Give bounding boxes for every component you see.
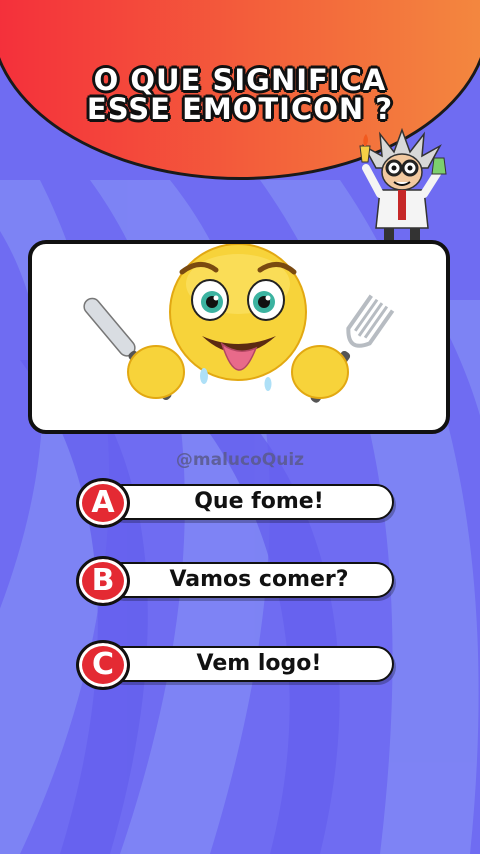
option-c-label: Vem logo! bbox=[196, 651, 322, 676]
option-b-badge: B bbox=[76, 556, 130, 606]
option-a-badge: A bbox=[76, 478, 130, 528]
watermark: @malucoQuiz bbox=[175, 450, 305, 470]
option-a-label: Que fome! bbox=[194, 489, 324, 514]
option-b-button[interactable]: Vamos comer? B bbox=[76, 556, 396, 606]
question-title: O QUE SIGNIFICA ESSE EMOTICON ? bbox=[0, 66, 480, 124]
hungry-face-with-fork-and-knife-icon bbox=[83, 244, 395, 403]
question-line-1: O QUE SIGNIFICA bbox=[93, 63, 387, 97]
option-a-button[interactable]: Que fome! A bbox=[76, 478, 396, 528]
option-c-button[interactable]: Vem logo! C bbox=[76, 640, 396, 690]
option-c-badge: C bbox=[76, 640, 130, 690]
emoji-card bbox=[28, 240, 450, 434]
mad-scientist-mascot-icon bbox=[359, 128, 447, 240]
question-line-2: ESSE EMOTICON ? bbox=[86, 92, 394, 126]
option-b-label: Vamos comer? bbox=[169, 567, 349, 592]
